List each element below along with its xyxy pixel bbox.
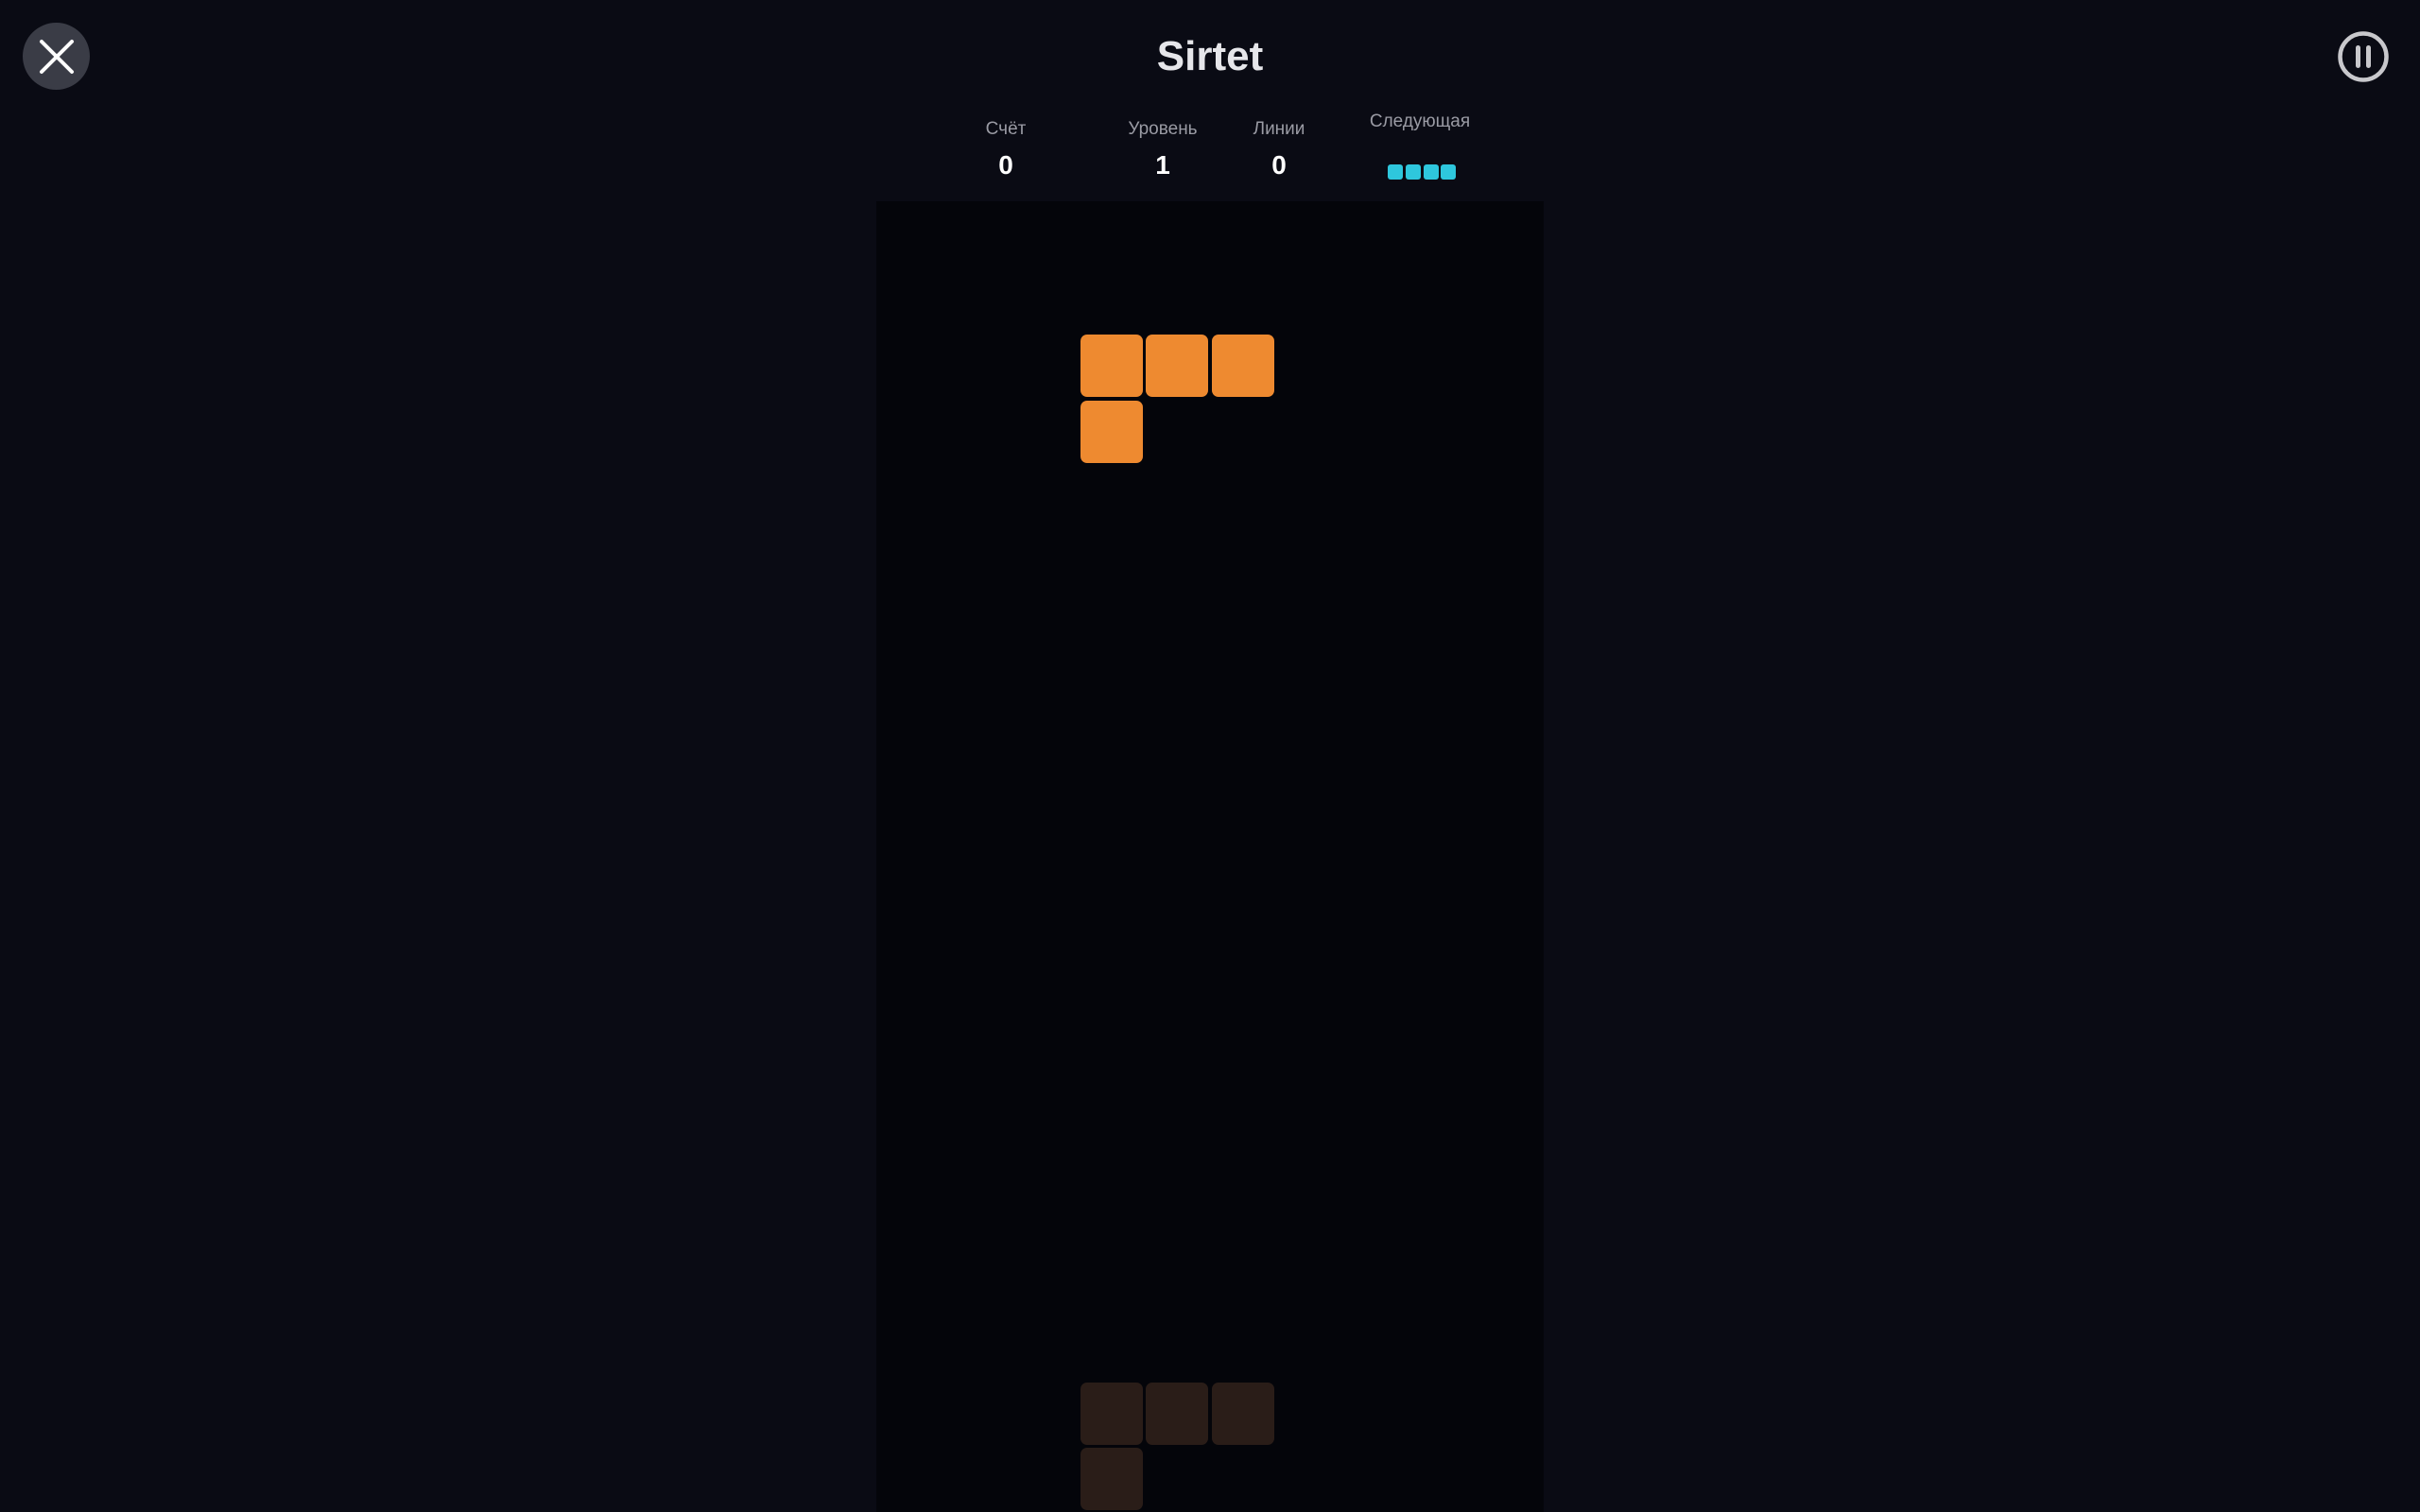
next-piece-stat: Следующая: [1354, 111, 1486, 183]
lines-value: 0: [1271, 150, 1287, 180]
game-screen: Sirtet Счёт 0 Уровень 1 Линии 0 Следующа…: [0, 0, 2420, 1512]
score-value: 0: [998, 150, 1013, 180]
lines-stat: Линии 0: [1213, 118, 1345, 181]
next-label: Следующая: [1369, 112, 1471, 131]
active-piece-cell: [1212, 335, 1274, 397]
pause-icon: [2338, 31, 2389, 82]
ghost-piece-cell: [1212, 1383, 1274, 1445]
game-title: Sirtet: [1156, 33, 1264, 79]
pause-button[interactable]: [2337, 30, 2390, 83]
ghost-piece-cell: [1080, 1383, 1143, 1445]
lines-label: Линии: [1253, 119, 1305, 139]
level-value: 1: [1155, 150, 1170, 180]
next-piece-preview: [1354, 164, 1486, 183]
active-piece-cell: [1080, 401, 1143, 463]
ghost-piece-cell: [1146, 1383, 1208, 1445]
level-label: Уровень: [1128, 119, 1198, 139]
next-piece-cell: [1424, 164, 1439, 180]
level-stat: Уровень 1: [1097, 118, 1229, 181]
next-piece-cell: [1441, 164, 1456, 180]
active-piece-cell: [1146, 335, 1208, 397]
ghost-piece-cell: [1080, 1448, 1143, 1510]
next-piece-cell: [1388, 164, 1403, 180]
score-stat: Счёт 0: [940, 118, 1072, 181]
next-piece-cell: [1406, 164, 1421, 180]
game-board[interactable]: [876, 201, 1544, 1512]
score-label: Счёт: [985, 119, 1027, 139]
active-piece-cell: [1080, 335, 1143, 397]
